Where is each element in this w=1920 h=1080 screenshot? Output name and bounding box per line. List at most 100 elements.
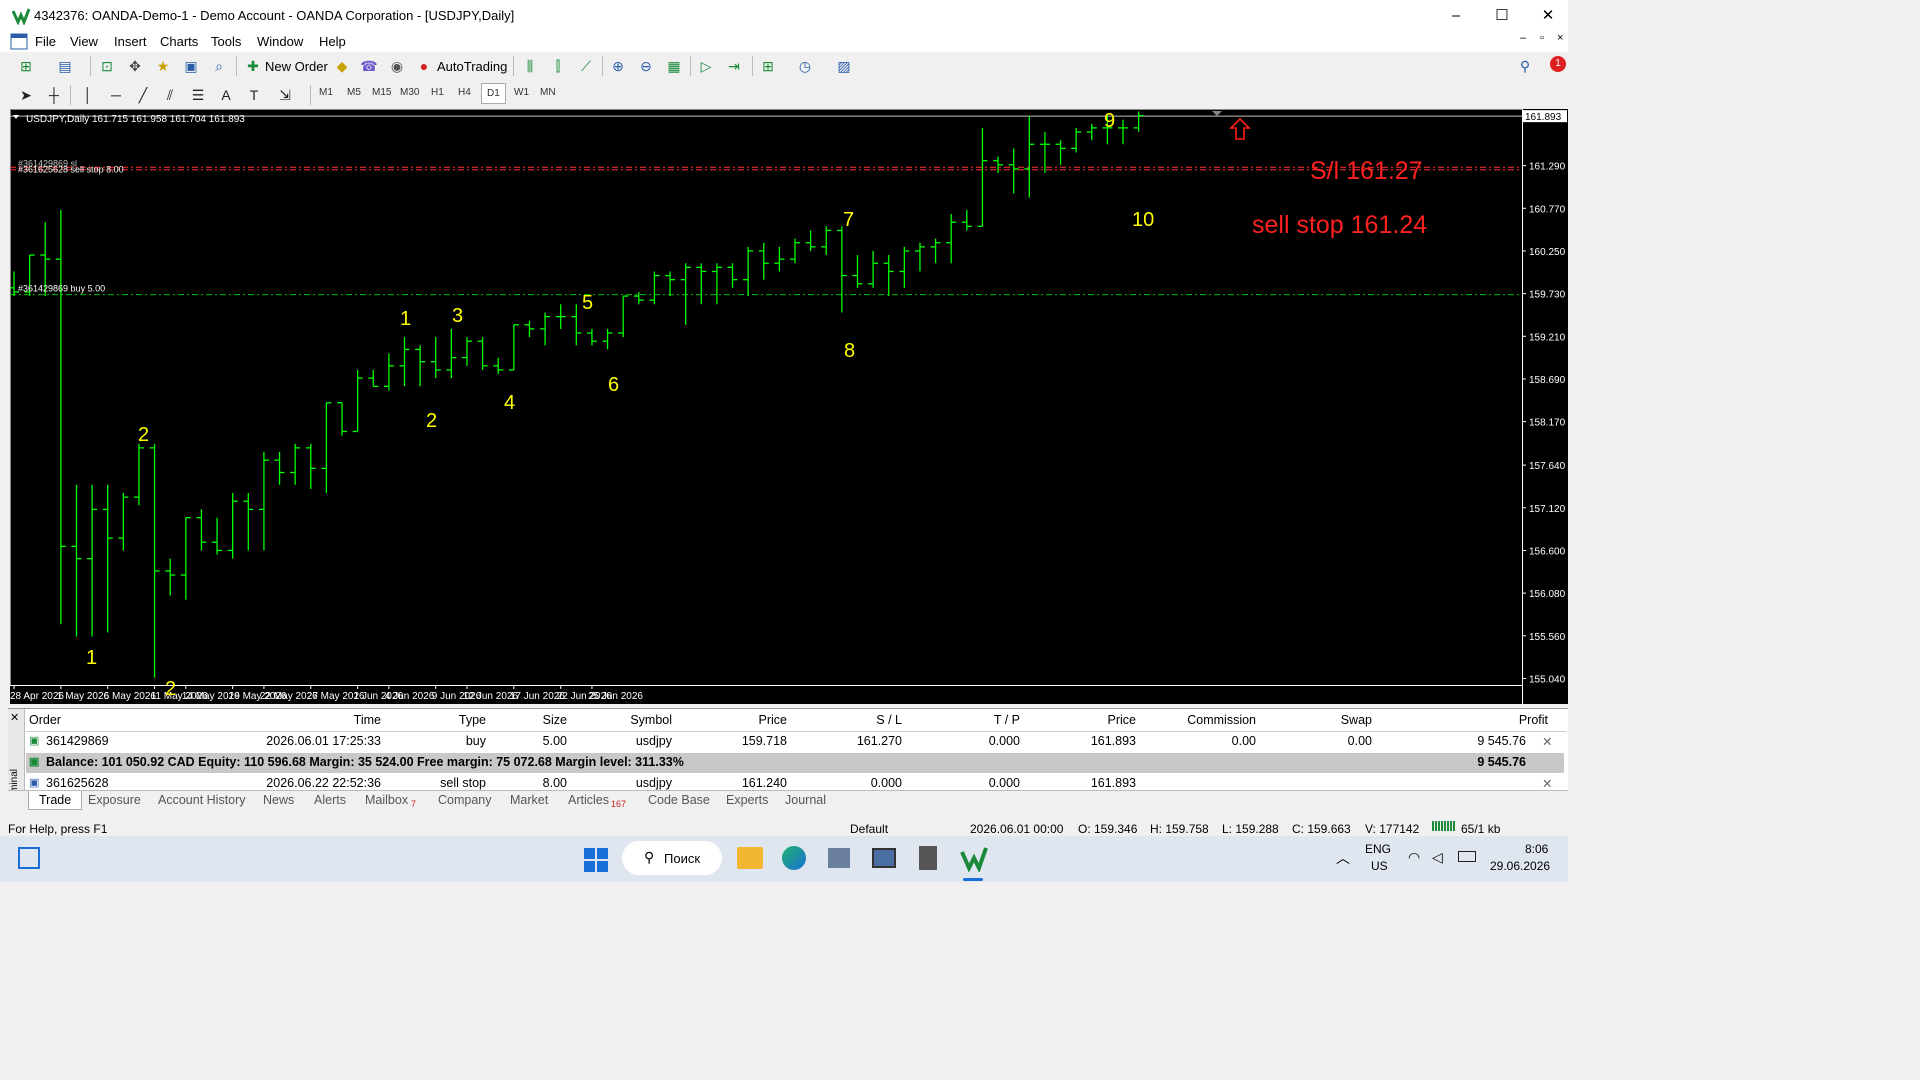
tab-trade[interactable]: Trade [28, 791, 83, 810]
col-tp[interactable]: T / P [906, 713, 1020, 727]
timeframe-h4[interactable]: H4 [458, 87, 471, 98]
calculator-icon[interactable] [919, 846, 937, 870]
tab-company[interactable]: Company [438, 793, 492, 807]
timeframe-d1[interactable]: D1 [481, 83, 506, 104]
data-window-icon[interactable]: ✥ [125, 57, 145, 75]
vertical-line-icon[interactable]: │ [78, 86, 98, 104]
col-profit[interactable]: Profit [1376, 713, 1548, 727]
col-time[interactable]: Time [176, 713, 381, 727]
tab-alerts[interactable]: Alerts [314, 793, 346, 807]
taskbar-search[interactable]: ⚲ Поиск [622, 841, 722, 875]
timeframe-mn[interactable]: MN [540, 87, 556, 98]
wifi-icon[interactable]: ◠ [1408, 849, 1420, 866]
new-chart-icon[interactable]: ⊞ [16, 57, 36, 75]
menu-insert[interactable]: Insert [114, 34, 147, 49]
navigator-icon[interactable]: ★ [153, 57, 173, 75]
autotrading-button[interactable]: AutoTrading [437, 59, 507, 74]
col-size[interactable]: Size [491, 713, 567, 727]
tab-code-base[interactable]: Code Base [648, 793, 710, 807]
battery-icon[interactable] [1458, 851, 1476, 862]
region-code[interactable]: US [1371, 859, 1388, 873]
periods-icon[interactable]: ◷ [795, 57, 815, 75]
timeframe-m1[interactable]: M1 [319, 87, 333, 98]
cursor-icon[interactable]: ➤ [16, 86, 36, 104]
search-icon[interactable]: ⚲ [1515, 57, 1535, 75]
col-commission[interactable]: Commission [1141, 713, 1256, 727]
timeframe-m30[interactable]: M30 [400, 87, 419, 98]
mdi-minimize-button[interactable]: – [1520, 32, 1526, 44]
timeframe-h1[interactable]: H1 [431, 87, 444, 98]
crosshair-icon[interactable]: ┼ [44, 86, 64, 104]
language-code[interactable]: ENG [1365, 842, 1391, 856]
status-profile[interactable]: Default [850, 822, 888, 836]
autotrading-icon[interactable]: ● [414, 57, 434, 75]
menu-help[interactable]: Help [319, 34, 346, 49]
col-sl[interactable]: S / L [791, 713, 902, 727]
metaeditor-icon[interactable]: ◆ [332, 57, 352, 75]
horizontal-line-icon[interactable]: ─ [106, 86, 126, 104]
terminal-close-icon[interactable]: ✕ [10, 711, 19, 724]
terminal-icon[interactable]: ▣ [181, 57, 201, 75]
tab-news[interactable]: News [263, 793, 294, 807]
col-order[interactable]: Order [29, 713, 61, 727]
arrows-icon[interactable]: ⇲ [275, 86, 295, 104]
channel-icon[interactable]: ⫽ [160, 86, 180, 104]
line-chart-icon[interactable]: ⟋ [576, 57, 596, 75]
edge-icon[interactable] [782, 846, 806, 870]
clock-date[interactable]: 29.06.2026 [1490, 859, 1550, 873]
tab-account-history[interactable]: Account History [158, 793, 246, 807]
col-price[interactable]: Price [676, 713, 787, 727]
minimize-button[interactable]: – [1433, 0, 1479, 31]
menu-file[interactable]: File [35, 34, 56, 49]
close-button[interactable]: ✕ [1525, 0, 1571, 31]
menu-window[interactable]: Window [257, 34, 303, 49]
chart-shift-icon[interactable]: ⇥ [724, 57, 744, 75]
menu-charts[interactable]: Charts [160, 34, 198, 49]
volume-icon[interactable]: ◁ [1432, 849, 1443, 866]
col-swap[interactable]: Swap [1261, 713, 1372, 727]
profiles-icon[interactable]: ▤ [55, 57, 75, 75]
tab-journal[interactable]: Journal [785, 793, 826, 807]
col-type[interactable]: Type [386, 713, 486, 727]
app-icon[interactable] [828, 848, 850, 868]
timeframe-m15[interactable]: M15 [372, 87, 391, 98]
strategy-tester-icon[interactable]: ⌕ [209, 57, 229, 75]
clock-time[interactable]: 8:06 [1525, 842, 1548, 856]
zoom-in-icon[interactable]: ⊕ [608, 57, 628, 75]
timeframe-m5[interactable]: M5 [347, 87, 361, 98]
tab-market[interactable]: Market [510, 793, 548, 807]
trade-row-buy[interactable]: ▣ 361429869 2026.06.01 17:25:33 buy 5.00… [26, 732, 1564, 752]
signals-icon[interactable]: ☎ [359, 57, 379, 75]
price-chart[interactable]: 161.290 160.770 160.250 159.730 159.210 158.6… [10, 109, 1568, 704]
market-watch-icon[interactable]: ⊡ [97, 57, 117, 75]
remote-desktop-icon[interactable] [872, 848, 896, 868]
candlestick-icon[interactable]: ⫿ [548, 57, 568, 75]
menu-view[interactable]: View [70, 34, 98, 49]
text-icon[interactable]: A [216, 86, 236, 104]
metatrader-icon[interactable] [960, 846, 988, 872]
mdi-restore-button[interactable]: ▫ [1540, 32, 1544, 44]
tab-experts[interactable]: Experts [726, 793, 768, 807]
delete-order-icon[interactable]: ✕ [1542, 776, 1552, 791]
zoom-out-icon[interactable]: ⊖ [636, 57, 656, 75]
menu-tools[interactable]: Tools [211, 34, 241, 49]
mdi-close-button[interactable]: × [1557, 32, 1563, 44]
maximize-button[interactable]: ☐ [1479, 0, 1525, 31]
close-order-icon[interactable]: ✕ [1542, 734, 1552, 749]
col-current-price[interactable]: Price [1024, 713, 1136, 727]
timeframe-w1[interactable]: W1 [514, 87, 529, 98]
indicators-icon[interactable]: ⊞ [758, 57, 778, 75]
new-order-button[interactable]: New Order [265, 59, 328, 74]
notification-badge[interactable]: 1 [1550, 56, 1566, 72]
widgets-icon[interactable] [18, 847, 40, 869]
tab-exposure[interactable]: Exposure [88, 793, 141, 807]
file-explorer-icon[interactable] [737, 847, 763, 869]
new-order-icon[interactable]: ✚ [243, 57, 263, 75]
start-icon[interactable] [584, 848, 608, 872]
trendline-icon[interactable]: ╱ [133, 86, 153, 104]
text-label-icon[interactable]: T [244, 86, 264, 104]
tab-mailbox[interactable]: Mailbox [365, 793, 408, 807]
tile-windows-icon[interactable]: ▦ [664, 57, 684, 75]
col-symbol[interactable]: Symbol [571, 713, 672, 727]
market-icon[interactable]: ◉ [387, 57, 407, 75]
